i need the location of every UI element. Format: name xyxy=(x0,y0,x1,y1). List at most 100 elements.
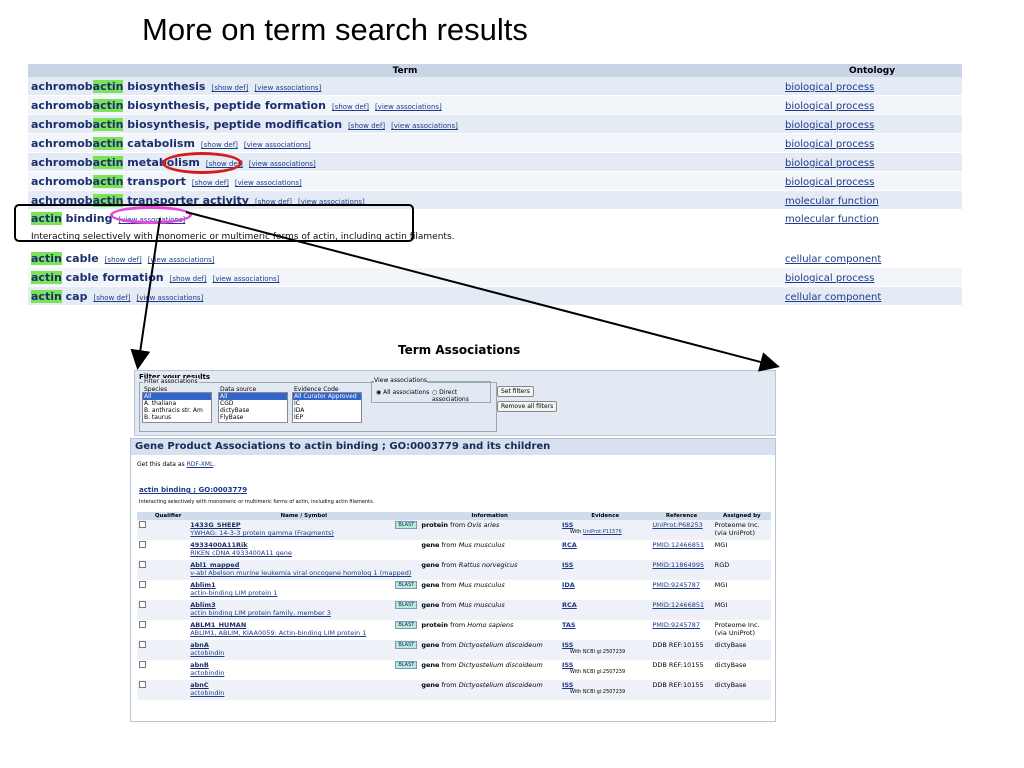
view-associations-link[interactable]: [view associations] xyxy=(391,122,458,130)
term-link[interactable]: actin binding ; GO:0003779 xyxy=(139,486,247,494)
reference-link[interactable]: DDB REF:10155 xyxy=(652,661,703,669)
gene-name-link[interactable]: actin binding LIM protein family, member… xyxy=(190,609,417,617)
blast-button[interactable]: BLAST xyxy=(395,601,418,609)
species-select[interactable]: All A. thaliana B. anthracis str. Am B. tau… xyxy=(142,392,212,423)
gene-name-link[interactable]: ABLIM1, ABLIM, KIAA0059: Actin-binding L… xyxy=(190,629,417,637)
select-option[interactable]: B. taurus xyxy=(143,414,211,421)
evidence-code-link[interactable]: ISS xyxy=(562,521,648,529)
rdf-xml-link[interactable]: RDF-XML xyxy=(187,461,214,468)
view-associations-link[interactable]: [view associations] xyxy=(244,141,311,149)
show-def-link[interactable]: [show def] xyxy=(192,179,229,187)
direct-associations-radio[interactable]: ○ Direct associations xyxy=(432,389,490,403)
ontology-link[interactable]: biological process xyxy=(785,177,874,188)
gene-name-link[interactable]: actobindin xyxy=(190,669,417,677)
select-option[interactable]: A. thaliana xyxy=(143,400,211,407)
ontology-link[interactable]: cellular component xyxy=(785,254,881,265)
evidence-code-link[interactable]: ISS xyxy=(562,661,648,669)
show-def-link[interactable]: [show def] xyxy=(201,141,238,149)
select-option[interactable]: All Curator Approved xyxy=(293,393,361,400)
evidence-code-select[interactable]: All Curator Approved IC IDA IEP xyxy=(292,392,362,423)
ontology-link[interactable]: biological process xyxy=(785,120,874,131)
all-associations-radio[interactable]: ◉ All associations xyxy=(376,389,429,396)
select-option[interactable]: B. anthracis str. Am xyxy=(143,407,211,414)
show-def-link[interactable]: [show def] xyxy=(170,275,207,283)
with-value[interactable]: UniProt:P11576 xyxy=(583,529,622,535)
view-associations-link[interactable]: [view associations] xyxy=(136,294,203,302)
reference-link[interactable]: PMID:12466851 xyxy=(652,541,704,549)
reference-link[interactable]: PMID:9245787 xyxy=(652,581,700,589)
view-associations-link[interactable]: [view associations] xyxy=(235,179,302,187)
view-associations-link[interactable]: [view associations] xyxy=(249,160,316,168)
row-checkbox[interactable] xyxy=(139,661,146,668)
gene-symbol-link[interactable]: Abl1_mapped xyxy=(190,561,417,569)
blast-button[interactable]: BLAST xyxy=(395,641,418,649)
show-def-link[interactable]: [show def] xyxy=(348,122,385,130)
gene-symbol-link[interactable]: 4933400A11Rik xyxy=(190,541,417,549)
term-name[interactable]: achromobactin biosynthesis, peptide modi… xyxy=(31,117,342,131)
reference-link[interactable]: PMID:12466851 xyxy=(652,601,704,609)
remove-all-filters-button[interactable]: Remove all filters xyxy=(497,401,558,412)
gene-name-link[interactable]: actobindin xyxy=(190,689,417,697)
row-checkbox[interactable] xyxy=(139,581,146,588)
ontology-link[interactable]: molecular function xyxy=(785,214,879,225)
ontology-link[interactable]: biological process xyxy=(785,139,874,150)
gene-symbol-link[interactable]: 1433G_SHEEP xyxy=(190,521,417,529)
select-option[interactable]: dictyBase xyxy=(219,407,287,414)
show-def-link[interactable]: [show def] xyxy=(211,84,248,92)
show-def-link[interactable]: [show def] xyxy=(105,256,142,264)
gene-name-link[interactable]: actobindin xyxy=(190,649,417,657)
gene-symbol-link[interactable]: abnB xyxy=(190,661,417,669)
ontology-link[interactable]: biological process xyxy=(785,273,874,284)
view-associations-link[interactable]: [view associations] xyxy=(148,256,215,264)
select-option[interactable]: CGD xyxy=(219,400,287,407)
evidence-code-link[interactable]: ISS xyxy=(562,561,648,569)
show-def-link[interactable]: [show def] xyxy=(93,294,130,302)
ontology-link[interactable]: biological process xyxy=(785,101,874,112)
evidence-code-link[interactable]: IDA xyxy=(562,581,648,589)
row-checkbox[interactable] xyxy=(139,541,146,548)
data-source-select[interactable]: All CGD dictyBase FlyBase xyxy=(218,392,288,423)
row-checkbox[interactable] xyxy=(139,641,146,648)
gene-name-link[interactable]: RIKEN cDNA 4933400A11 gene xyxy=(190,549,417,557)
view-associations-link[interactable]: [view associations] xyxy=(254,84,321,92)
set-filters-button[interactable]: Set filters xyxy=(497,386,534,397)
blast-button[interactable]: BLAST xyxy=(395,521,418,529)
evidence-code-link[interactable]: RCA xyxy=(562,601,648,609)
term-name[interactable]: achromobactin transport xyxy=(31,174,186,188)
reference-link[interactable]: UniProt:P68253 xyxy=(652,521,702,529)
evidence-code-link[interactable]: ISS xyxy=(562,641,648,649)
view-associations-link[interactable]: [view associations] xyxy=(375,103,442,111)
gene-symbol-link[interactable]: abnA xyxy=(190,641,417,649)
evidence-code-link[interactable]: RCA xyxy=(562,541,648,549)
row-checkbox[interactable] xyxy=(139,621,146,628)
evidence-code-link[interactable]: TAS xyxy=(562,621,648,629)
select-option[interactable]: IC xyxy=(293,400,361,407)
term-name[interactable]: achromobactin biosynthesis, peptide form… xyxy=(31,98,326,112)
reference-link[interactable]: PMID:11864995 xyxy=(652,561,704,569)
row-checkbox[interactable] xyxy=(139,521,146,528)
gene-symbol-link[interactable]: abnC xyxy=(190,681,417,689)
row-checkbox[interactable] xyxy=(139,561,146,568)
gene-symbol-link[interactable]: Ablim1 xyxy=(190,581,417,589)
select-option[interactable]: FlyBase xyxy=(219,414,287,421)
gene-symbol-link[interactable]: ABLM1_HUMAN xyxy=(190,621,417,629)
term-name[interactable]: achromobactin catabolism xyxy=(31,136,195,150)
blast-button[interactable]: BLAST xyxy=(395,661,418,669)
show-def-link[interactable]: [show def] xyxy=(332,103,369,111)
gene-symbol-link[interactable]: Ablim3 xyxy=(190,601,417,609)
row-checkbox[interactable] xyxy=(139,601,146,608)
gene-name-link[interactable]: actin-binding LIM protein 1 xyxy=(190,589,417,597)
blast-button[interactable]: BLAST xyxy=(395,581,418,589)
reference-link[interactable]: PMID:9245787 xyxy=(652,621,700,629)
term-name[interactable]: achromobactin biosynthesis xyxy=(31,79,205,93)
evidence-code-link[interactable]: ISS xyxy=(562,681,648,689)
select-option[interactable]: All xyxy=(143,393,211,400)
term-name[interactable]: actin cable formation xyxy=(31,270,164,284)
select-option[interactable]: IDA xyxy=(293,407,361,414)
select-option[interactable]: IEP xyxy=(293,414,361,421)
ontology-link[interactable]: molecular function xyxy=(785,196,879,207)
term-name[interactable]: actin cap xyxy=(31,289,87,303)
select-option[interactable]: All xyxy=(219,393,287,400)
ontology-link[interactable]: biological process xyxy=(785,158,874,169)
blast-button[interactable]: BLAST xyxy=(395,621,418,629)
